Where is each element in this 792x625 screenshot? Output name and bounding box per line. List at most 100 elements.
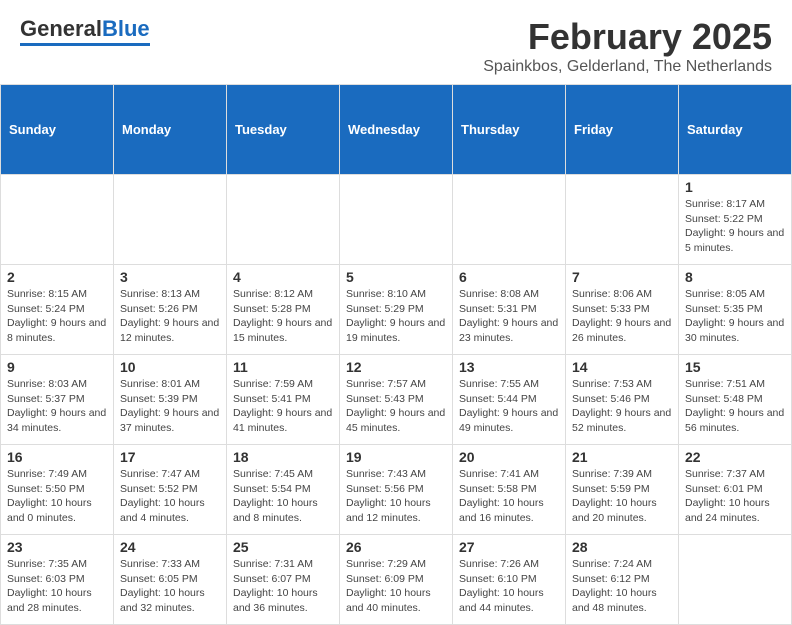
calendar-cell: 16Sunrise: 7:49 AM Sunset: 5:50 PM Dayli… <box>1 445 114 535</box>
day-number: 14 <box>572 359 672 375</box>
day-number: 5 <box>346 269 446 285</box>
calendar-cell: 7 Sunrise: 8:06 AM Sunset: 5:33 PM Daylig… <box>566 265 679 355</box>
calendar-cell: 17 Sunrise: 7:47 AM Sunset: 5:52 PM Dayli… <box>114 445 227 535</box>
calendar-cell: 26 Sunrise: 7:29 AM Sunset: 6:09 PM Dayli… <box>340 535 453 625</box>
calendar-cell: 23 Sunrise: 7:35 AM Sunset: 6:03 PM Dayli… <box>1 535 114 625</box>
calendar-header-sunday: Sunday <box>1 85 114 175</box>
calendar-header-monday: Monday <box>114 85 227 175</box>
page-header: General Blue February 2025 Spainkbos, Ge… <box>0 0 792 84</box>
day-info: Sunrise: 7:43 AM Sunset: 5:56 PM Dayligh… <box>346 467 446 526</box>
day-number: 19 <box>346 449 446 465</box>
calendar-cell: 21 Sunrise: 7:39 AM Sunset: 5:59 PM Dayli… <box>566 445 679 535</box>
day-number: 2 <box>7 269 107 285</box>
calendar-week-0: 1Sunrise: 8:17 AM Sunset: 5:22 PM Daylig… <box>1 175 792 265</box>
logo-general: General <box>20 16 102 42</box>
calendar-week-3: 16Sunrise: 7:49 AM Sunset: 5:50 PM Dayli… <box>1 445 792 535</box>
day-number: 3 <box>120 269 220 285</box>
day-number: 27 <box>459 539 559 555</box>
logo-blue: Blue <box>102 16 150 42</box>
calendar-cell <box>114 175 227 265</box>
calendar-cell: 15 Sunrise: 7:51 AM Sunset: 5:48 PM Dayli… <box>679 355 792 445</box>
day-number: 11 <box>233 359 333 375</box>
day-number: 23 <box>7 539 107 555</box>
calendar-header-thursday: Thursday <box>453 85 566 175</box>
day-info: Sunrise: 7:35 AM Sunset: 6:03 PM Dayligh… <box>7 557 107 616</box>
day-info: Sunrise: 8:15 AM Sunset: 5:24 PM Dayligh… <box>7 287 107 346</box>
day-info: Sunrise: 7:26 AM Sunset: 6:10 PM Dayligh… <box>459 557 559 616</box>
calendar-cell: 6 Sunrise: 8:08 AM Sunset: 5:31 PM Daylig… <box>453 265 566 355</box>
day-number: 10 <box>120 359 220 375</box>
calendar-cell: 27 Sunrise: 7:26 AM Sunset: 6:10 PM Dayli… <box>453 535 566 625</box>
day-info: Sunrise: 8:05 AM Sunset: 5:35 PM Dayligh… <box>685 287 785 346</box>
day-number: 6 <box>459 269 559 285</box>
day-number: 8 <box>685 269 785 285</box>
day-info: Sunrise: 7:51 AM Sunset: 5:48 PM Dayligh… <box>685 377 785 436</box>
day-number: 25 <box>233 539 333 555</box>
day-number: 9 <box>7 359 107 375</box>
calendar-header-saturday: Saturday <box>679 85 792 175</box>
day-info: Sunrise: 7:41 AM Sunset: 5:58 PM Dayligh… <box>459 467 559 526</box>
day-info: Sunrise: 7:39 AM Sunset: 5:59 PM Dayligh… <box>572 467 672 526</box>
calendar-cell: 20 Sunrise: 7:41 AM Sunset: 5:58 PM Dayli… <box>453 445 566 535</box>
calendar-cell <box>453 175 566 265</box>
calendar-header-row: SundayMondayTuesdayWednesdayThursdayFrid… <box>1 85 792 175</box>
day-info: Sunrise: 7:45 AM Sunset: 5:54 PM Dayligh… <box>233 467 333 526</box>
calendar-header-wednesday: Wednesday <box>340 85 453 175</box>
day-number: 21 <box>572 449 672 465</box>
day-info: Sunrise: 8:13 AM Sunset: 5:26 PM Dayligh… <box>120 287 220 346</box>
calendar-cell: 13 Sunrise: 7:55 AM Sunset: 5:44 PM Dayli… <box>453 355 566 445</box>
calendar-cell: 22Sunrise: 7:37 AM Sunset: 6:01 PM Dayli… <box>679 445 792 535</box>
day-info: Sunrise: 7:57 AM Sunset: 5:43 PM Dayligh… <box>346 377 446 436</box>
day-number: 26 <box>346 539 446 555</box>
day-number: 13 <box>459 359 559 375</box>
day-info: Sunrise: 8:01 AM Sunset: 5:39 PM Dayligh… <box>120 377 220 436</box>
calendar-cell <box>1 175 114 265</box>
calendar-cell: 25 Sunrise: 7:31 AM Sunset: 6:07 PM Dayli… <box>227 535 340 625</box>
day-number: 28 <box>572 539 672 555</box>
calendar-header-friday: Friday <box>566 85 679 175</box>
calendar-cell: 9 Sunrise: 8:03 AM Sunset: 5:37 PM Daylig… <box>1 355 114 445</box>
day-info: Sunrise: 7:55 AM Sunset: 5:44 PM Dayligh… <box>459 377 559 436</box>
day-number: 7 <box>572 269 672 285</box>
day-info: Sunrise: 8:12 AM Sunset: 5:28 PM Dayligh… <box>233 287 333 346</box>
calendar-cell: 24Sunrise: 7:33 AM Sunset: 6:05 PM Dayli… <box>114 535 227 625</box>
day-info: Sunrise: 7:49 AM Sunset: 5:50 PM Dayligh… <box>7 467 107 526</box>
logo: General Blue <box>20 16 150 46</box>
calendar-cell <box>227 175 340 265</box>
day-info: Sunrise: 7:47 AM Sunset: 5:52 PM Dayligh… <box>120 467 220 526</box>
day-info: Sunrise: 8:08 AM Sunset: 5:31 PM Dayligh… <box>459 287 559 346</box>
day-number: 12 <box>346 359 446 375</box>
day-info: Sunrise: 7:53 AM Sunset: 5:46 PM Dayligh… <box>572 377 672 436</box>
day-number: 20 <box>459 449 559 465</box>
calendar-cell: 10 Sunrise: 8:01 AM Sunset: 5:39 PM Dayli… <box>114 355 227 445</box>
calendar-cell: 18 Sunrise: 7:45 AM Sunset: 5:54 PM Dayli… <box>227 445 340 535</box>
title-area: February 2025 Spainkbos, Gelderland, The… <box>483 16 772 76</box>
calendar-cell: 28Sunrise: 7:24 AM Sunset: 6:12 PM Dayli… <box>566 535 679 625</box>
calendar-cell: 1Sunrise: 8:17 AM Sunset: 5:22 PM Daylig… <box>679 175 792 265</box>
day-number: 22 <box>685 449 785 465</box>
calendar-cell: 14 Sunrise: 7:53 AM Sunset: 5:46 PM Dayli… <box>566 355 679 445</box>
day-number: 15 <box>685 359 785 375</box>
calendar-week-4: 23 Sunrise: 7:35 AM Sunset: 6:03 PM Dayli… <box>1 535 792 625</box>
day-info: Sunrise: 7:31 AM Sunset: 6:07 PM Dayligh… <box>233 557 333 616</box>
day-number: 4 <box>233 269 333 285</box>
calendar-header-tuesday: Tuesday <box>227 85 340 175</box>
calendar-cell: 2 Sunrise: 8:15 AM Sunset: 5:24 PM Daylig… <box>1 265 114 355</box>
calendar-table: SundayMondayTuesdayWednesdayThursdayFrid… <box>0 84 792 625</box>
day-info: Sunrise: 8:03 AM Sunset: 5:37 PM Dayligh… <box>7 377 107 436</box>
day-number: 17 <box>120 449 220 465</box>
day-info: Sunrise: 7:33 AM Sunset: 6:05 PM Dayligh… <box>120 557 220 616</box>
day-info: Sunrise: 7:29 AM Sunset: 6:09 PM Dayligh… <box>346 557 446 616</box>
calendar-cell <box>679 535 792 625</box>
calendar-cell: 12 Sunrise: 7:57 AM Sunset: 5:43 PM Dayli… <box>340 355 453 445</box>
day-number: 18 <box>233 449 333 465</box>
logo-underline <box>20 43 150 46</box>
calendar-cell: 3 Sunrise: 8:13 AM Sunset: 5:26 PM Daylig… <box>114 265 227 355</box>
calendar-cell <box>566 175 679 265</box>
calendar-cell: 19 Sunrise: 7:43 AM Sunset: 5:56 PM Dayli… <box>340 445 453 535</box>
calendar-week-1: 2 Sunrise: 8:15 AM Sunset: 5:24 PM Daylig… <box>1 265 792 355</box>
day-info: Sunrise: 8:06 AM Sunset: 5:33 PM Dayligh… <box>572 287 672 346</box>
day-info: Sunrise: 7:59 AM Sunset: 5:41 PM Dayligh… <box>233 377 333 436</box>
calendar-cell <box>340 175 453 265</box>
calendar-cell: 11 Sunrise: 7:59 AM Sunset: 5:41 PM Dayli… <box>227 355 340 445</box>
